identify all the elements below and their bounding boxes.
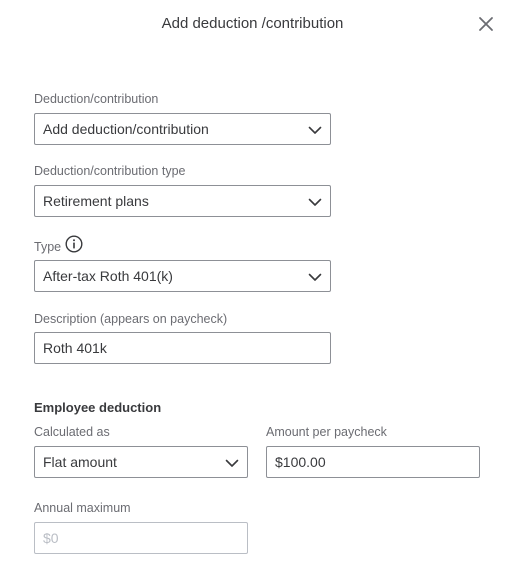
- chevron-down-icon: [225, 459, 239, 467]
- amount-per-paycheck-value: $100.00: [275, 454, 326, 470]
- calculated-as-value: Flat amount: [43, 454, 117, 470]
- deduction-label: Deduction/contribution: [34, 92, 159, 106]
- employee-deduction-heading: Employee deduction: [34, 400, 162, 415]
- description-label: Description (appears on paycheck): [34, 312, 228, 326]
- calculated-as-label: Calculated as: [34, 425, 110, 439]
- deduction-type-value: Retirement plans: [43, 193, 149, 209]
- info-icon[interactable]: [65, 235, 83, 253]
- annual-maximum-placeholder: $0: [43, 530, 59, 546]
- dialog-title: Add deduction /contribution: [161, 15, 344, 32]
- deduction-type-label: Deduction/contribution type: [34, 164, 186, 178]
- close-icon: [479, 17, 493, 31]
- type-select[interactable]: After-tax Roth 401(k): [34, 260, 331, 292]
- deduction-type-select[interactable]: Retirement plans: [34, 185, 331, 217]
- amount-per-paycheck-label: Amount per paycheck: [266, 425, 387, 439]
- close-button[interactable]: [476, 14, 496, 34]
- type-label: Type: [34, 240, 62, 254]
- chevron-down-icon: [308, 126, 322, 134]
- type-value: After-tax Roth 401(k): [43, 268, 173, 284]
- chevron-down-icon: [308, 198, 322, 206]
- annual-maximum-input[interactable]: $0: [34, 522, 248, 554]
- description-value: Roth 401k: [43, 340, 107, 356]
- calculated-as-select[interactable]: Flat amount: [34, 446, 248, 478]
- deduction-select[interactable]: Add deduction/contribution: [34, 113, 331, 145]
- deduction-value: Add deduction/contribution: [43, 121, 209, 137]
- chevron-down-icon: [308, 273, 322, 281]
- annual-maximum-label: Annual maximum: [34, 501, 131, 515]
- amount-per-paycheck-input[interactable]: $100.00: [266, 446, 480, 478]
- description-input[interactable]: Roth 401k: [34, 332, 331, 364]
